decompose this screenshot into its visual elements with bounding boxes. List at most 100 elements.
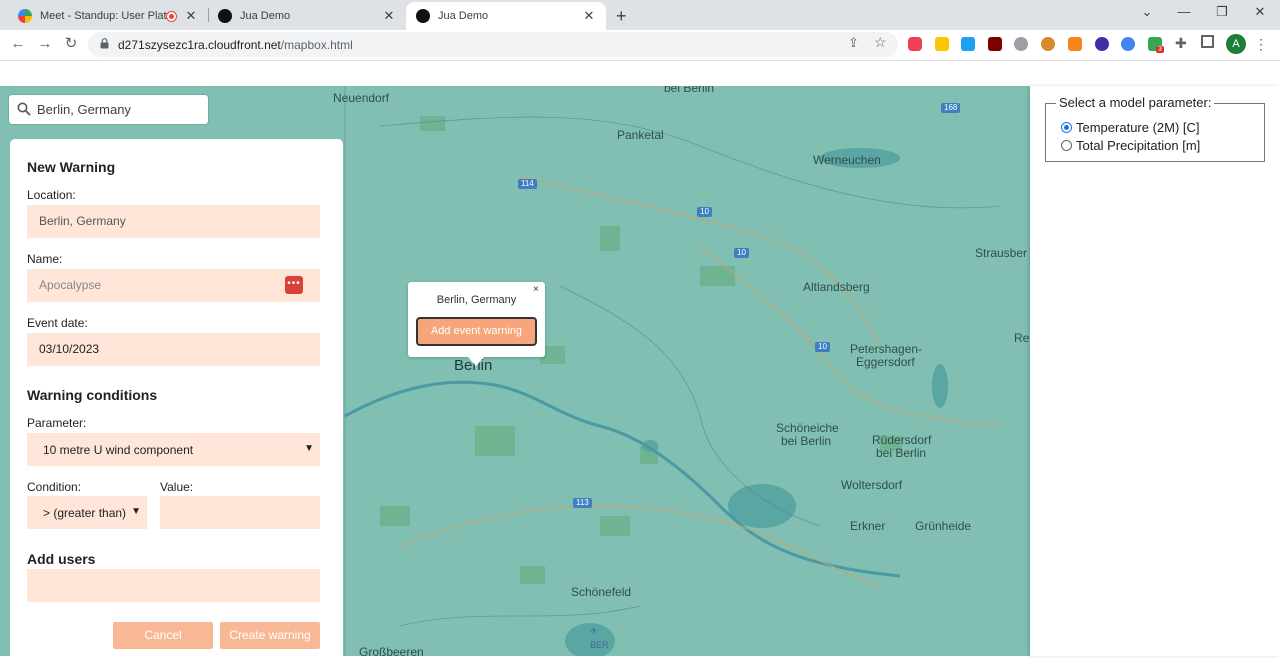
cancel-button[interactable]: Cancel (113, 622, 213, 649)
map-label: Rüdersdorf (872, 433, 932, 447)
map-label: Petershagen- (850, 342, 923, 356)
parameter-value: 10 metre U wind component (43, 442, 194, 457)
popup-title: Berlin, Germany (436, 294, 517, 306)
tab-jua-demo[interactable]: Jua Demo ✕ (208, 2, 406, 30)
parameter-label: Parameter: (27, 416, 87, 430)
name-label: Name: (27, 252, 63, 266)
address-bar[interactable]: d271szysezc1ra.cloudfront.net/mapbox.htm… (88, 32, 898, 57)
more-menu-icon[interactable]: ⋮ (1254, 36, 1268, 53)
extension-icon[interactable] (935, 37, 949, 51)
side-panel-icon[interactable] (1201, 35, 1214, 48)
tab-title: Meet - Standup: User Platfor (40, 10, 167, 22)
more-options-icon[interactable]: ••• (285, 276, 303, 294)
value-label: Value: (160, 480, 194, 494)
map-label: bei Berlin (876, 446, 927, 460)
road-shield: 113 (573, 498, 592, 508)
extension-icon[interactable] (1121, 37, 1135, 51)
map-label: bei Berlin (781, 434, 832, 448)
ublock-icon[interactable] (988, 37, 1002, 51)
avatar[interactable]: A (1226, 34, 1246, 54)
condition-select[interactable]: > (greater than) ▼ (27, 496, 147, 529)
tab-search-icon[interactable]: ⌄ (1137, 4, 1157, 20)
conditions-title: Warning conditions (27, 387, 158, 403)
map-label: Woltersdorf (841, 478, 903, 492)
add-users-field[interactable] (27, 569, 320, 602)
browser-toolbar: ← → ↻ d271szysezc1ra.cloudfront.net/mapb… (0, 30, 1280, 60)
cookie-icon[interactable] (1041, 37, 1055, 51)
model-parameter-fieldset: Select a model parameter: Temperature (2… (1045, 95, 1265, 162)
map-label: Werneuchen (813, 153, 881, 167)
close-icon[interactable]: ✕ (382, 8, 396, 24)
location-label: Location: (27, 188, 76, 202)
map-label: Strausber (975, 246, 1028, 260)
pocket-icon[interactable] (908, 37, 922, 51)
map-label: Erkner (850, 519, 886, 533)
map-label: Altlandsberg (803, 280, 870, 294)
road-shield: 10 (697, 207, 712, 217)
radio-button-selected[interactable] (1061, 122, 1072, 133)
road-shield: 168 (941, 103, 961, 113)
back-icon[interactable]: ← (9, 35, 27, 53)
tab-meet[interactable]: Meet - Standup: User Platfor ✕ (8, 2, 208, 30)
event-date-label: Event date: (27, 316, 88, 330)
extension-icon[interactable] (961, 37, 975, 51)
model-parameter-panel: Select a model parameter: Temperature (2… (1030, 86, 1280, 656)
value-field[interactable] (160, 496, 320, 529)
tab-title: Jua Demo (438, 10, 489, 22)
minimize-icon[interactable]: — (1174, 4, 1194, 19)
new-tab-button[interactable]: + (612, 2, 636, 30)
map-label: Grünheide (915, 519, 972, 533)
chevron-down-icon: ▼ (131, 506, 141, 517)
url-text: d271szysezc1ra.cloudfront.net/mapbox.htm… (118, 38, 353, 52)
extension-icon[interactable] (1095, 37, 1109, 51)
reload-icon[interactable]: ↻ (62, 35, 80, 53)
map-search (9, 95, 208, 124)
form-title: New Warning (27, 159, 116, 175)
lock-icon (100, 38, 109, 49)
bookmark-star-icon[interactable]: ☆ (874, 34, 887, 51)
event-date-field[interactable]: 03/10/2023 (27, 333, 320, 366)
close-icon[interactable]: ✕ (184, 8, 198, 24)
forward-icon[interactable]: → (36, 35, 54, 53)
road-shield: 10 (815, 342, 830, 352)
users-title: Add users (27, 551, 96, 567)
close-window-icon[interactable]: ✕ (1250, 4, 1270, 20)
share-icon[interactable]: ⇪ (848, 35, 859, 51)
extension-badge: 3 (1156, 46, 1164, 53)
tab-jua-demo-active[interactable]: Jua Demo ✕ (406, 2, 606, 30)
extension-icon[interactable] (1014, 37, 1028, 51)
search-icon (17, 102, 31, 116)
radio-label: Total Precipitation [m] (1076, 138, 1201, 153)
add-event-warning-button[interactable]: Add event warning (416, 317, 537, 346)
name-field[interactable]: Apocalypse (27, 269, 320, 302)
condition-label: Condition: (27, 480, 82, 494)
road-shield: 10 (734, 248, 749, 258)
jua-icon (218, 9, 232, 23)
airport-icon: ✈ (590, 626, 598, 636)
map-label: Schöneiche (776, 421, 839, 435)
radio-precipitation[interactable]: Total Precipitation [m] (1061, 138, 1200, 153)
radio-temperature[interactable]: Temperature (2M) [C] (1061, 120, 1200, 135)
condition-value: > (greater than) (43, 505, 127, 520)
extensions-puzzle-icon[interactable]: ✚ (1175, 35, 1187, 52)
search-input[interactable] (37, 99, 202, 119)
recording-icon (167, 11, 176, 21)
close-icon[interactable]: ✕ (582, 8, 596, 24)
restore-icon[interactable]: ❐ (1212, 4, 1232, 20)
create-warning-button[interactable]: Create warning (220, 622, 320, 649)
map-label: BER (590, 640, 609, 650)
radio-button[interactable] (1061, 140, 1072, 151)
location-field[interactable]: Berlin, Germany (27, 205, 320, 238)
map-label: Großbeeren (359, 645, 424, 656)
chevron-down-icon: ▼ (304, 443, 314, 454)
road-shield: 114 (518, 179, 537, 189)
parameter-select[interactable]: 10 metre U wind component ▼ (27, 433, 320, 466)
jua-icon (416, 9, 430, 23)
radio-label: Temperature (2M) [C] (1076, 120, 1200, 135)
map-label: Schönefeld (571, 585, 632, 599)
tab-title: Jua Demo (240, 10, 291, 22)
metamask-icon[interactable] (1068, 37, 1082, 51)
map-label: Panketal (617, 128, 664, 142)
tab-bar: Meet - Standup: User Platfor ✕ Jua Demo … (0, 0, 1280, 30)
new-warning-panel: New Warning Location: Berlin, Germany Na… (10, 139, 343, 669)
